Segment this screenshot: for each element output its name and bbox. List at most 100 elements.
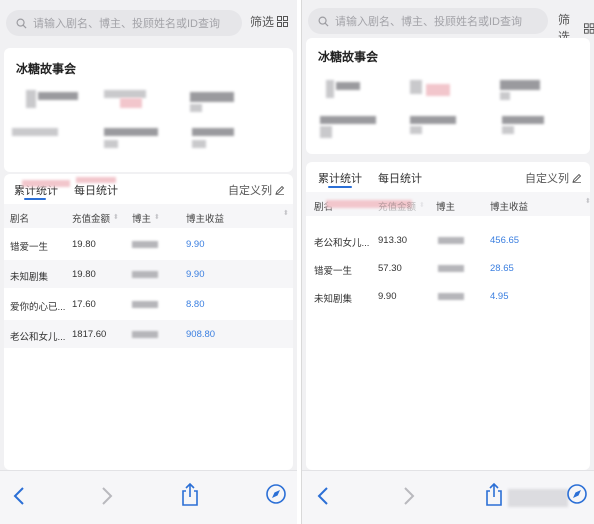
search-placeholder: 请输入剧名、博主、投顾姓名或ID查询 bbox=[33, 18, 220, 30]
sort-icon: ⬍ bbox=[113, 214, 119, 221]
cell-earnings: 456.65 bbox=[490, 235, 520, 246]
search-icon bbox=[318, 16, 329, 27]
redacted-value bbox=[326, 80, 334, 98]
cell-amount: 1817.60 bbox=[72, 329, 107, 340]
column-owner[interactable]: 博主 bbox=[436, 199, 455, 213]
browser-toolbar bbox=[0, 470, 297, 524]
redacted-owner bbox=[438, 265, 464, 272]
cell-title: 老公和女儿... bbox=[314, 238, 370, 249]
cell-earnings: 908.80 bbox=[186, 329, 216, 340]
summary-card: 冰糖故事会 bbox=[4, 48, 293, 172]
redacted-value bbox=[12, 128, 58, 136]
top-bar: 请输入剧名、博主、投顾姓名或ID查询 筛选 bbox=[0, 0, 297, 44]
redacted-value bbox=[502, 116, 544, 124]
back-icon[interactable] bbox=[12, 485, 26, 507]
customize-columns-button[interactable]: 自定义列 bbox=[525, 170, 582, 186]
cell-amount: 57.30 bbox=[378, 263, 402, 274]
search-icon bbox=[16, 18, 27, 29]
column-amount[interactable]: 充值金额 ⬍ bbox=[378, 199, 425, 213]
filter-label: 筛选 bbox=[250, 15, 275, 29]
column-earnings[interactable]: 博主收益 bbox=[186, 211, 224, 225]
sort-icon: ⬍ bbox=[154, 214, 160, 221]
search-input[interactable]: 请输入剧名、博主、投顾姓名或ID查询 bbox=[308, 8, 548, 34]
cell-earnings: 4.95 bbox=[490, 291, 509, 302]
edit-icon bbox=[572, 173, 582, 183]
redacted-value bbox=[26, 90, 36, 108]
share-icon[interactable] bbox=[484, 481, 504, 507]
sort-icon: ⬍ bbox=[585, 198, 591, 205]
table-row[interactable]: 未知剧集 19.80 9.90 bbox=[4, 260, 293, 288]
cell-earnings: 28.65 bbox=[490, 263, 514, 274]
forward-icon[interactable] bbox=[100, 485, 114, 507]
redacted-value bbox=[336, 82, 360, 90]
column-earnings[interactable]: 博主收益 bbox=[490, 199, 528, 213]
redacted-overlay bbox=[22, 180, 70, 187]
filter-button[interactable]: 筛选 bbox=[250, 13, 289, 30]
cell-title: 错爱一生 bbox=[314, 266, 353, 277]
grid-icon bbox=[277, 16, 289, 27]
table-header: 剧名 充值金额 ⬍ 博主 博主收益 ⬍ bbox=[306, 192, 591, 216]
customize-columns-button[interactable]: 自定义列 bbox=[228, 182, 285, 198]
tab-cumulative[interactable]: 累计统计 bbox=[318, 170, 362, 186]
stats-table-card: 累计统计 每日统计 自定义列 剧名 充值金额 ⬍ 博主 ⬍ 博主收益 ⬍ 错爱一生 … bbox=[4, 174, 293, 470]
grid-icon bbox=[583, 22, 594, 34]
redacted-value bbox=[190, 104, 202, 112]
redacted-value bbox=[192, 140, 206, 148]
column-title[interactable]: 剧名 bbox=[10, 211, 29, 225]
active-tab-indicator bbox=[328, 186, 352, 188]
cell-title: 未知剧集 bbox=[10, 272, 49, 283]
stats-tabs: 累计统计 每日统计 自定义列 bbox=[4, 174, 293, 200]
table-header: 剧名 充值金额 ⬍ 博主 ⬍ 博主收益 ⬍ bbox=[4, 204, 293, 228]
compass-icon[interactable] bbox=[566, 483, 588, 505]
redacted-value bbox=[320, 116, 376, 124]
redacted-value bbox=[38, 92, 78, 100]
search-placeholder: 请输入剧名、博主、投顾姓名或ID查询 bbox=[335, 16, 522, 28]
redacted-value bbox=[410, 126, 422, 134]
stats-table-card: 累计统计 每日统计 自定义列 剧名 充值金额 ⬍ 博主 博主收益 ⬍ 老公和女儿.… bbox=[306, 162, 591, 470]
redacted-value bbox=[500, 80, 540, 90]
left-screen: 请输入剧名、博主、投顾姓名或ID查询 筛选 冰糖故事会 累计统计 每日统计 自定… bbox=[0, 0, 297, 524]
sort-icon: ⬍ bbox=[419, 202, 425, 209]
redacted-value bbox=[192, 128, 234, 136]
cell-amount: 19.80 bbox=[72, 239, 96, 250]
sort-icon: ⬍ bbox=[283, 210, 289, 217]
redacted-value bbox=[104, 140, 118, 148]
redacted-value bbox=[120, 98, 142, 108]
redacted-value bbox=[502, 126, 514, 134]
forward-icon[interactable] bbox=[402, 485, 416, 507]
header-title: 冰糖故事会 bbox=[318, 50, 379, 64]
search-input[interactable]: 请输入剧名、博主、投顾姓名或ID查询 bbox=[6, 10, 242, 36]
compass-icon[interactable] bbox=[265, 483, 287, 505]
tab-daily[interactable]: 每日统计 bbox=[378, 170, 422, 186]
redacted-overlay bbox=[76, 177, 116, 183]
table-row[interactable]: 老公和女儿... 913.30 456.65 bbox=[306, 226, 590, 254]
summary-card: 冰糖故事会 bbox=[306, 38, 590, 154]
cell-title: 未知剧集 bbox=[314, 294, 353, 305]
table-row[interactable]: 错爱一生 19.80 9.90 bbox=[4, 230, 293, 258]
column-owner[interactable]: 博主 ⬍ bbox=[132, 211, 160, 225]
table-row[interactable]: 错爱一生 57.30 28.65 bbox=[306, 254, 590, 282]
redacted-value bbox=[104, 90, 146, 98]
header-title: 冰糖故事会 bbox=[16, 62, 77, 76]
browser-toolbar bbox=[302, 470, 594, 524]
edit-icon bbox=[275, 185, 285, 195]
redacted-value bbox=[190, 92, 234, 102]
table-row[interactable]: 爱你的心已... 17.60 8.80 bbox=[4, 290, 293, 318]
cell-earnings: 8.80 bbox=[186, 299, 205, 310]
cell-earnings: 9.90 bbox=[186, 239, 205, 250]
table-row[interactable]: 老公和女儿... 1817.60 908.80 bbox=[4, 320, 293, 348]
cell-title: 老公和女儿... bbox=[10, 332, 66, 343]
back-icon[interactable] bbox=[316, 485, 330, 507]
redacted-owner bbox=[132, 271, 158, 278]
share-icon[interactable] bbox=[180, 481, 200, 507]
cell-amount: 9.90 bbox=[378, 291, 397, 302]
customize-label: 自定义列 bbox=[525, 173, 569, 185]
column-amount[interactable]: 充值金额 ⬍ bbox=[72, 211, 119, 225]
redacted-value bbox=[500, 92, 510, 100]
cell-title: 爱你的心已... bbox=[10, 302, 66, 313]
redacted-value bbox=[410, 80, 422, 94]
tab-daily[interactable]: 每日统计 bbox=[74, 182, 118, 198]
cell-earnings: 9.90 bbox=[186, 269, 205, 280]
redacted-overlay bbox=[508, 489, 568, 507]
table-row[interactable]: 未知剧集 9.90 4.95 bbox=[306, 282, 590, 310]
